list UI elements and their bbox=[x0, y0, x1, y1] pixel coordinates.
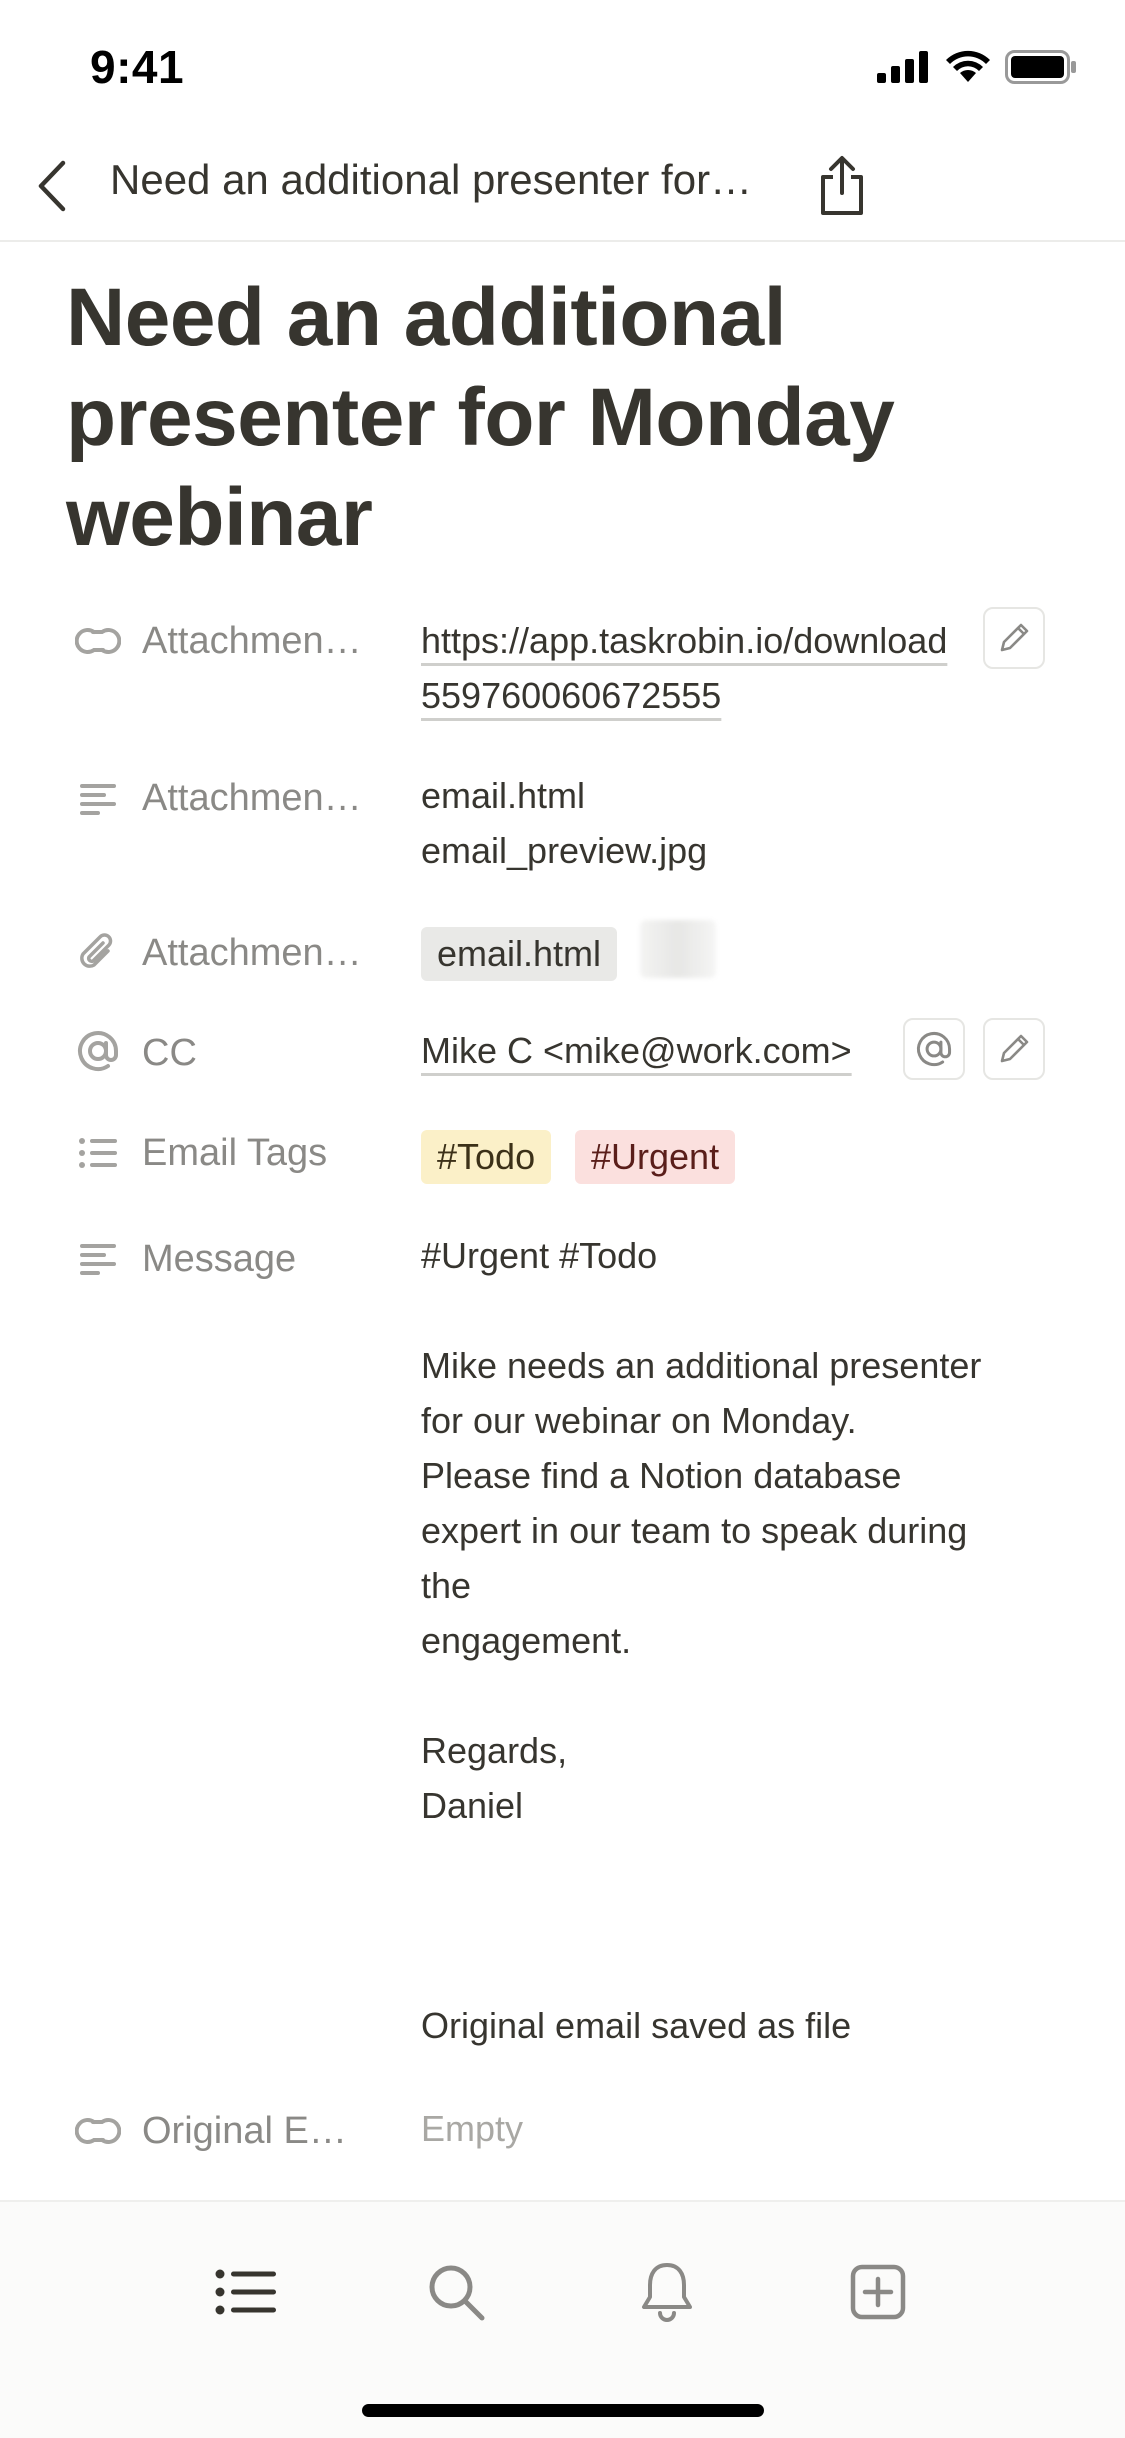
page-title[interactable]: Need an additional presenter for Monday … bbox=[66, 268, 1066, 568]
page-title-line: webinar bbox=[66, 472, 373, 563]
tag-todo[interactable]: #Todo bbox=[421, 1130, 552, 1184]
tab-notifications[interactable] bbox=[627, 2252, 707, 2332]
paperclip-icon bbox=[74, 929, 122, 977]
property-label-cc[interactable]: CC bbox=[142, 1032, 197, 1075]
at-icon bbox=[916, 1032, 952, 1067]
message-line: the bbox=[421, 1565, 472, 1606]
tag-urgent[interactable]: #Urgent bbox=[575, 1130, 736, 1184]
battery-icon bbox=[1005, 50, 1076, 84]
nav-bar: Need an additional presenter for… bbox=[0, 130, 1125, 242]
attachment-url-line: 559760060672555 bbox=[421, 675, 722, 716]
relation-icon bbox=[74, 2107, 122, 2155]
page-title-line: Need an additional bbox=[66, 272, 787, 363]
share-button[interactable] bbox=[810, 148, 874, 224]
tab-home[interactable] bbox=[206, 2252, 286, 2332]
share-icon bbox=[821, 156, 863, 215]
message-line: engagement. bbox=[421, 1620, 632, 1661]
list-icon bbox=[74, 1129, 122, 1177]
message-line: Mike needs an additional presenter bbox=[421, 1345, 982, 1386]
bell-icon bbox=[642, 2263, 692, 2322]
status-time: 9:41 bbox=[90, 41, 185, 93]
file-chip[interactable]: email.html bbox=[421, 927, 618, 981]
message-line: expert in our team to speak during bbox=[421, 1510, 968, 1551]
message-line bbox=[421, 1888, 1061, 1943]
pencil-icon bbox=[1000, 623, 1029, 652]
status-icons bbox=[877, 50, 1077, 84]
message-line: for our webinar on Monday. bbox=[421, 1400, 857, 1441]
wifi-icon bbox=[946, 50, 990, 82]
attachment-name: email.html bbox=[421, 775, 586, 816]
original-email-value[interactable]: Empty bbox=[421, 2108, 523, 2150]
text-icon bbox=[74, 1235, 122, 1283]
message-line bbox=[421, 1283, 1061, 1338]
home-indicator bbox=[362, 2404, 764, 2417]
nav-title: Need an additional presenter for… bbox=[110, 156, 753, 203]
attachment-name: email_preview.jpg bbox=[421, 830, 708, 871]
message-line: Please find a Notion database bbox=[421, 1455, 902, 1496]
message-line: Regards, bbox=[421, 1730, 568, 1771]
edit-url-button[interactable] bbox=[983, 607, 1045, 669]
message-value[interactable]: #Urgent #Todo Mike needs an additional p… bbox=[421, 1228, 1061, 2053]
message-line bbox=[421, 1668, 1061, 1723]
attachment-url-link[interactable]: https://app.taskrobin.io/download 559760… bbox=[421, 613, 986, 723]
property-label-attachment-files[interactable]: Attachmen… bbox=[142, 932, 362, 975]
property-label-original-email[interactable]: Original E… bbox=[142, 2110, 347, 2153]
image-thumbnail[interactable] bbox=[640, 920, 716, 978]
chevron-left-icon bbox=[38, 160, 66, 212]
relation-icon bbox=[74, 617, 122, 665]
text-icon bbox=[74, 775, 122, 823]
tab-search[interactable] bbox=[416, 2252, 496, 2332]
property-label-attachment-url[interactable]: Attachmen… bbox=[142, 620, 362, 663]
message-line bbox=[421, 1833, 1061, 1888]
property-label-attachment-names[interactable]: Attachmen… bbox=[142, 777, 362, 820]
message-line: Original email saved as file bbox=[421, 2005, 852, 2046]
attachment-names-value[interactable]: email.html email_preview.jpg bbox=[421, 768, 707, 878]
edit-cc-button[interactable] bbox=[983, 1018, 1045, 1080]
tab-new-page[interactable] bbox=[838, 2252, 918, 2332]
add-page-icon bbox=[850, 2264, 906, 2320]
message-line: #Urgent #Todo bbox=[421, 1235, 658, 1276]
signal-icon bbox=[877, 51, 928, 83]
message-line bbox=[421, 1943, 1061, 1998]
page-title-line: presenter for Monday bbox=[66, 372, 895, 463]
cc-email-link[interactable]: Mike C <mike@work.com> bbox=[421, 1030, 852, 1072]
pencil-icon bbox=[1000, 1034, 1029, 1063]
list-icon bbox=[215, 2269, 276, 2315]
search-icon bbox=[429, 2265, 485, 2321]
tab-bar bbox=[0, 2200, 1125, 2438]
property-label-email-tags[interactable]: Email Tags bbox=[142, 1132, 327, 1175]
property-label-message[interactable]: Message bbox=[142, 1238, 296, 1281]
at-icon bbox=[74, 1027, 122, 1075]
message-line: Daniel bbox=[421, 1785, 524, 1826]
mention-button[interactable] bbox=[903, 1018, 965, 1080]
attachment-url-line: https://app.taskrobin.io/download bbox=[421, 620, 948, 661]
back-button[interactable] bbox=[24, 156, 80, 216]
